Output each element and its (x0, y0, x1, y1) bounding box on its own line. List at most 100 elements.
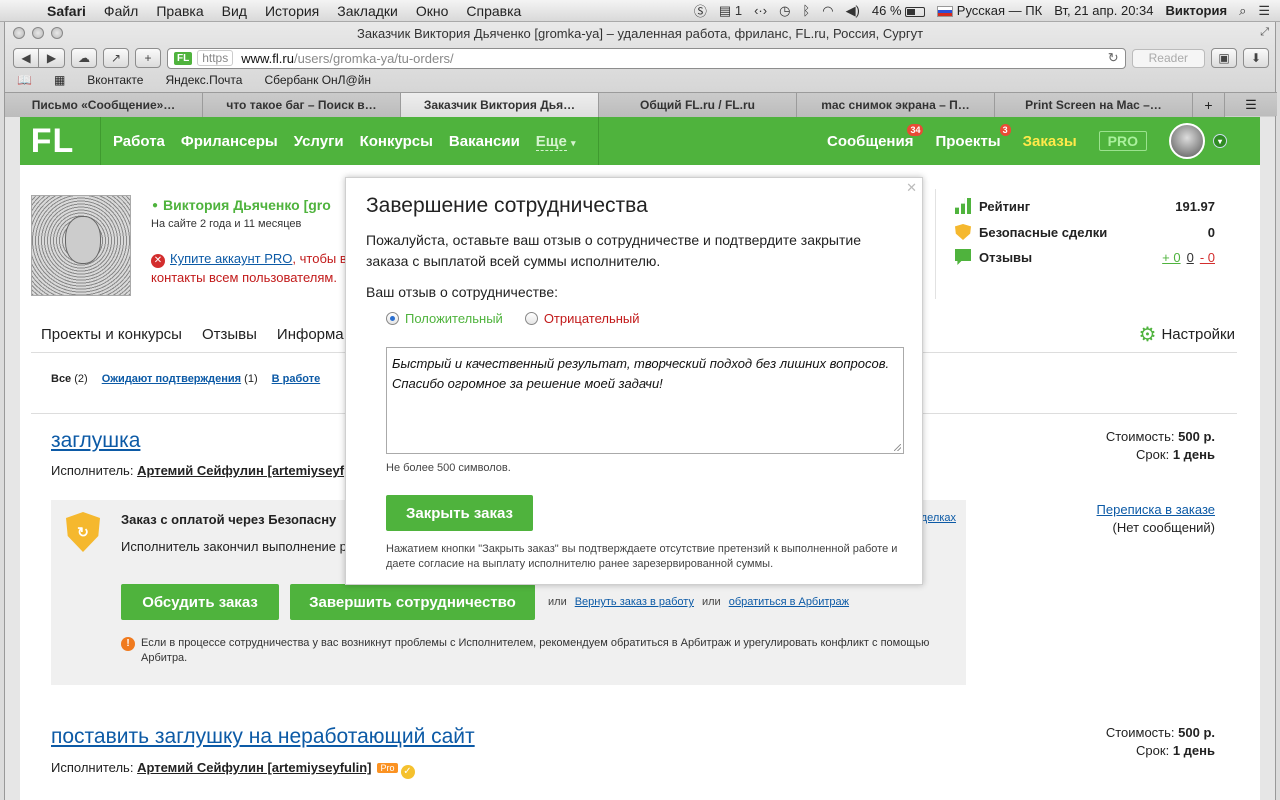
nav-freelancers[interactable]: Фрилансеры (181, 133, 278, 150)
volume-icon[interactable]: ◀) (846, 3, 860, 19)
menu-history[interactable]: История (256, 3, 328, 19)
stat-reviews: Отзывы + 00- 0 (955, 249, 1215, 265)
battery-status[interactable]: 46 % (872, 3, 926, 18)
icloud-tabs-icon[interactable]: ☁ (71, 48, 97, 68)
bookmark-sberbank[interactable]: Сбербанк ОнЛ@йн (264, 73, 371, 87)
menubar-clock[interactable]: Вт, 21 апр. 20:34 (1054, 3, 1153, 18)
filter-waiting[interactable]: Ожидают подтверждения (1) (102, 373, 258, 385)
nav-services[interactable]: Услуги (294, 133, 344, 150)
forward-button[interactable]: ▶ (39, 48, 65, 68)
profile-onsite: На сайте 2 года и 11 месяцев (151, 218, 302, 230)
time-machine-icon[interactable]: ◷ (779, 3, 790, 19)
add-bookmark-button[interactable]: + (135, 48, 161, 68)
menu-help[interactable]: Справка (457, 3, 530, 19)
address-bar[interactable]: FL https www.fl.ru/users/gromka-ya/tu-or… (167, 47, 1126, 69)
bookmark-vk[interactable]: Вконтакте (87, 73, 143, 87)
menu-app-name[interactable]: Safari (38, 3, 95, 19)
modal-note: Нажатием кнопки "Закрыть заказ" вы подтв… (386, 543, 898, 570)
browser-tab[interactable]: что такое баг – Поиск в… (203, 93, 401, 117)
char-limit-hint: Не более 500 символов. (386, 462, 511, 474)
chevron-down-icon[interactable]: ▾ (1213, 134, 1227, 148)
orders-link[interactable]: Заказы (1023, 133, 1077, 150)
new-tab-button[interactable]: + (1193, 93, 1225, 117)
reading-list-icon[interactable]: 📖 (17, 73, 32, 87)
browser-tab-active[interactable]: Заказчик Виктория Дья… (401, 93, 599, 117)
executor-link[interactable]: Артемий Сейфулин [artemiyseyf (137, 463, 344, 478)
tab-info[interactable]: Информа (277, 326, 344, 343)
order-cost: Стоимость: 500 р. Срок: 1 день (1105, 429, 1215, 462)
bookmark-yandex-mail[interactable]: Яндекс.Почта (165, 73, 242, 87)
wifi-icon[interactable]: ◠ (822, 3, 833, 19)
tab-reviews[interactable]: Отзывы (202, 326, 257, 343)
notes-icon[interactable]: ▤ 1 (719, 3, 742, 19)
review-textarea[interactable]: Быстрый и качественный результат, творче… (386, 347, 904, 454)
reviews-negative-link[interactable]: - 0 (1200, 250, 1215, 265)
arbitrage-link[interactable]: обратиться в Арбитраж (729, 596, 849, 608)
radio-negative[interactable]: Отрицательный (524, 311, 640, 326)
filter-all[interactable]: Все (2) (51, 373, 88, 385)
avatar[interactable] (1169, 123, 1205, 159)
reload-icon[interactable]: ↻ (1108, 50, 1119, 66)
nav-vacancies[interactable]: Вакансии (449, 133, 520, 150)
order-title-link[interactable]: поставить заглушку на неработающий сайт (51, 725, 475, 749)
messages-link[interactable]: Сообщения 34 (827, 123, 924, 150)
share-icon[interactable]: ↗ (103, 48, 129, 68)
radio-button-checked[interactable] (386, 312, 399, 325)
downloads-icon[interactable]: ⬇ (1243, 48, 1269, 68)
safari-window-chrome: Заказчик Виктория Дьяченко [gromka-ya] –… (4, 22, 1277, 117)
bookmarks-bar: 📖 ▦ Вконтакте Яндекс.Почта Сбербанк ОнЛ@… (17, 73, 371, 87)
code-icon[interactable]: ‹·› (754, 3, 767, 18)
reviews-positive-link[interactable]: + 0 (1162, 250, 1180, 265)
browser-tab[interactable]: mac снимок экрана – П… (797, 93, 995, 117)
top-sites-grid-icon[interactable]: ▦ (54, 73, 65, 87)
spotlight-icon[interactable]: ⌕ (1239, 3, 1246, 19)
browser-tab[interactable]: Письмо «Сообщение»… (5, 93, 203, 117)
nav-more[interactable]: Еще ▾ (535, 132, 576, 151)
menu-window[interactable]: Окно (407, 3, 458, 19)
fullscreen-icon[interactable]: ⤢ (1260, 26, 1269, 39)
notification-center-icon[interactable]: ☰ (1258, 3, 1270, 19)
radio-button[interactable] (524, 312, 538, 325)
error-icon: ✕ (151, 254, 165, 268)
executor-link[interactable]: Артемий Сейфулин [artemiyseyfulin] (137, 760, 371, 775)
top-sites-icon[interactable]: ▣ (1211, 48, 1237, 68)
menu-view[interactable]: Вид (213, 3, 256, 19)
modal-description: Пожалуйста, оставьте ваш отзыв о сотрудн… (366, 232, 861, 269)
stat-safe-deals: Безопасные сделки 0 (955, 224, 1215, 240)
discuss-order-button[interactable]: Обсудить заказ (121, 584, 279, 620)
browser-tab[interactable]: Print Screen на Mac –… (995, 93, 1193, 117)
buy-pro-link[interactable]: Купите аккаунт PRO (170, 251, 292, 266)
back-button[interactable]: ◀ (13, 48, 39, 68)
settings-link[interactable]: ⚙ Настройки (1139, 325, 1236, 345)
battery-icon (905, 6, 926, 17)
menu-edit[interactable]: Правка (147, 3, 212, 19)
menu-bookmarks[interactable]: Закладки (328, 3, 407, 19)
menu-file[interactable]: Файл (95, 3, 147, 19)
browser-tab[interactable]: Общий FL.ru / FL.ru (599, 93, 797, 117)
reviews-neutral-link[interactable]: 0 (1187, 250, 1194, 265)
tab-overview-icon[interactable]: ☰ (1225, 93, 1277, 116)
reviews-icon (955, 249, 971, 265)
user-menu[interactable]: ▾ (1169, 123, 1227, 159)
nav-work[interactable]: Работа (113, 133, 165, 150)
close-icon[interactable]: ✕ (906, 180, 917, 196)
finish-cooperation-button[interactable]: Завершить сотрудничество (290, 584, 535, 620)
tab-projects[interactable]: Проекты и конкурсы (41, 326, 182, 343)
pro-button[interactable]: PRO (1098, 131, 1147, 151)
bluetooth-icon[interactable]: ᛒ (802, 3, 810, 18)
correspondence-link[interactable]: Переписка в заказе (1097, 501, 1215, 519)
order-filters: Все (2) Ожидают подтверждения (1) В рабо… (51, 373, 320, 385)
filter-in-work[interactable]: В работе (272, 373, 321, 385)
close-order-button[interactable]: Закрыть заказ (386, 495, 533, 531)
return-to-work-link[interactable]: Вернуть заказ в работу (575, 596, 694, 608)
keyboard-layout[interactable]: Русская — ПК (937, 3, 1042, 18)
order-title-link[interactable]: заглушка (51, 429, 140, 453)
skype-icon[interactable]: Ⓢ (694, 1, 707, 20)
safe-deal-info-link[interactable]: делках (921, 512, 956, 524)
nav-contests[interactable]: Конкурсы (360, 133, 433, 150)
menubar-user[interactable]: Виктория (1166, 3, 1228, 18)
correspondence-status: (Нет сообщений) (1112, 520, 1215, 535)
reader-button[interactable]: Reader (1131, 48, 1205, 68)
radio-positive[interactable]: Положительный (386, 311, 503, 326)
projects-link[interactable]: Проекты 3 (935, 123, 1011, 150)
